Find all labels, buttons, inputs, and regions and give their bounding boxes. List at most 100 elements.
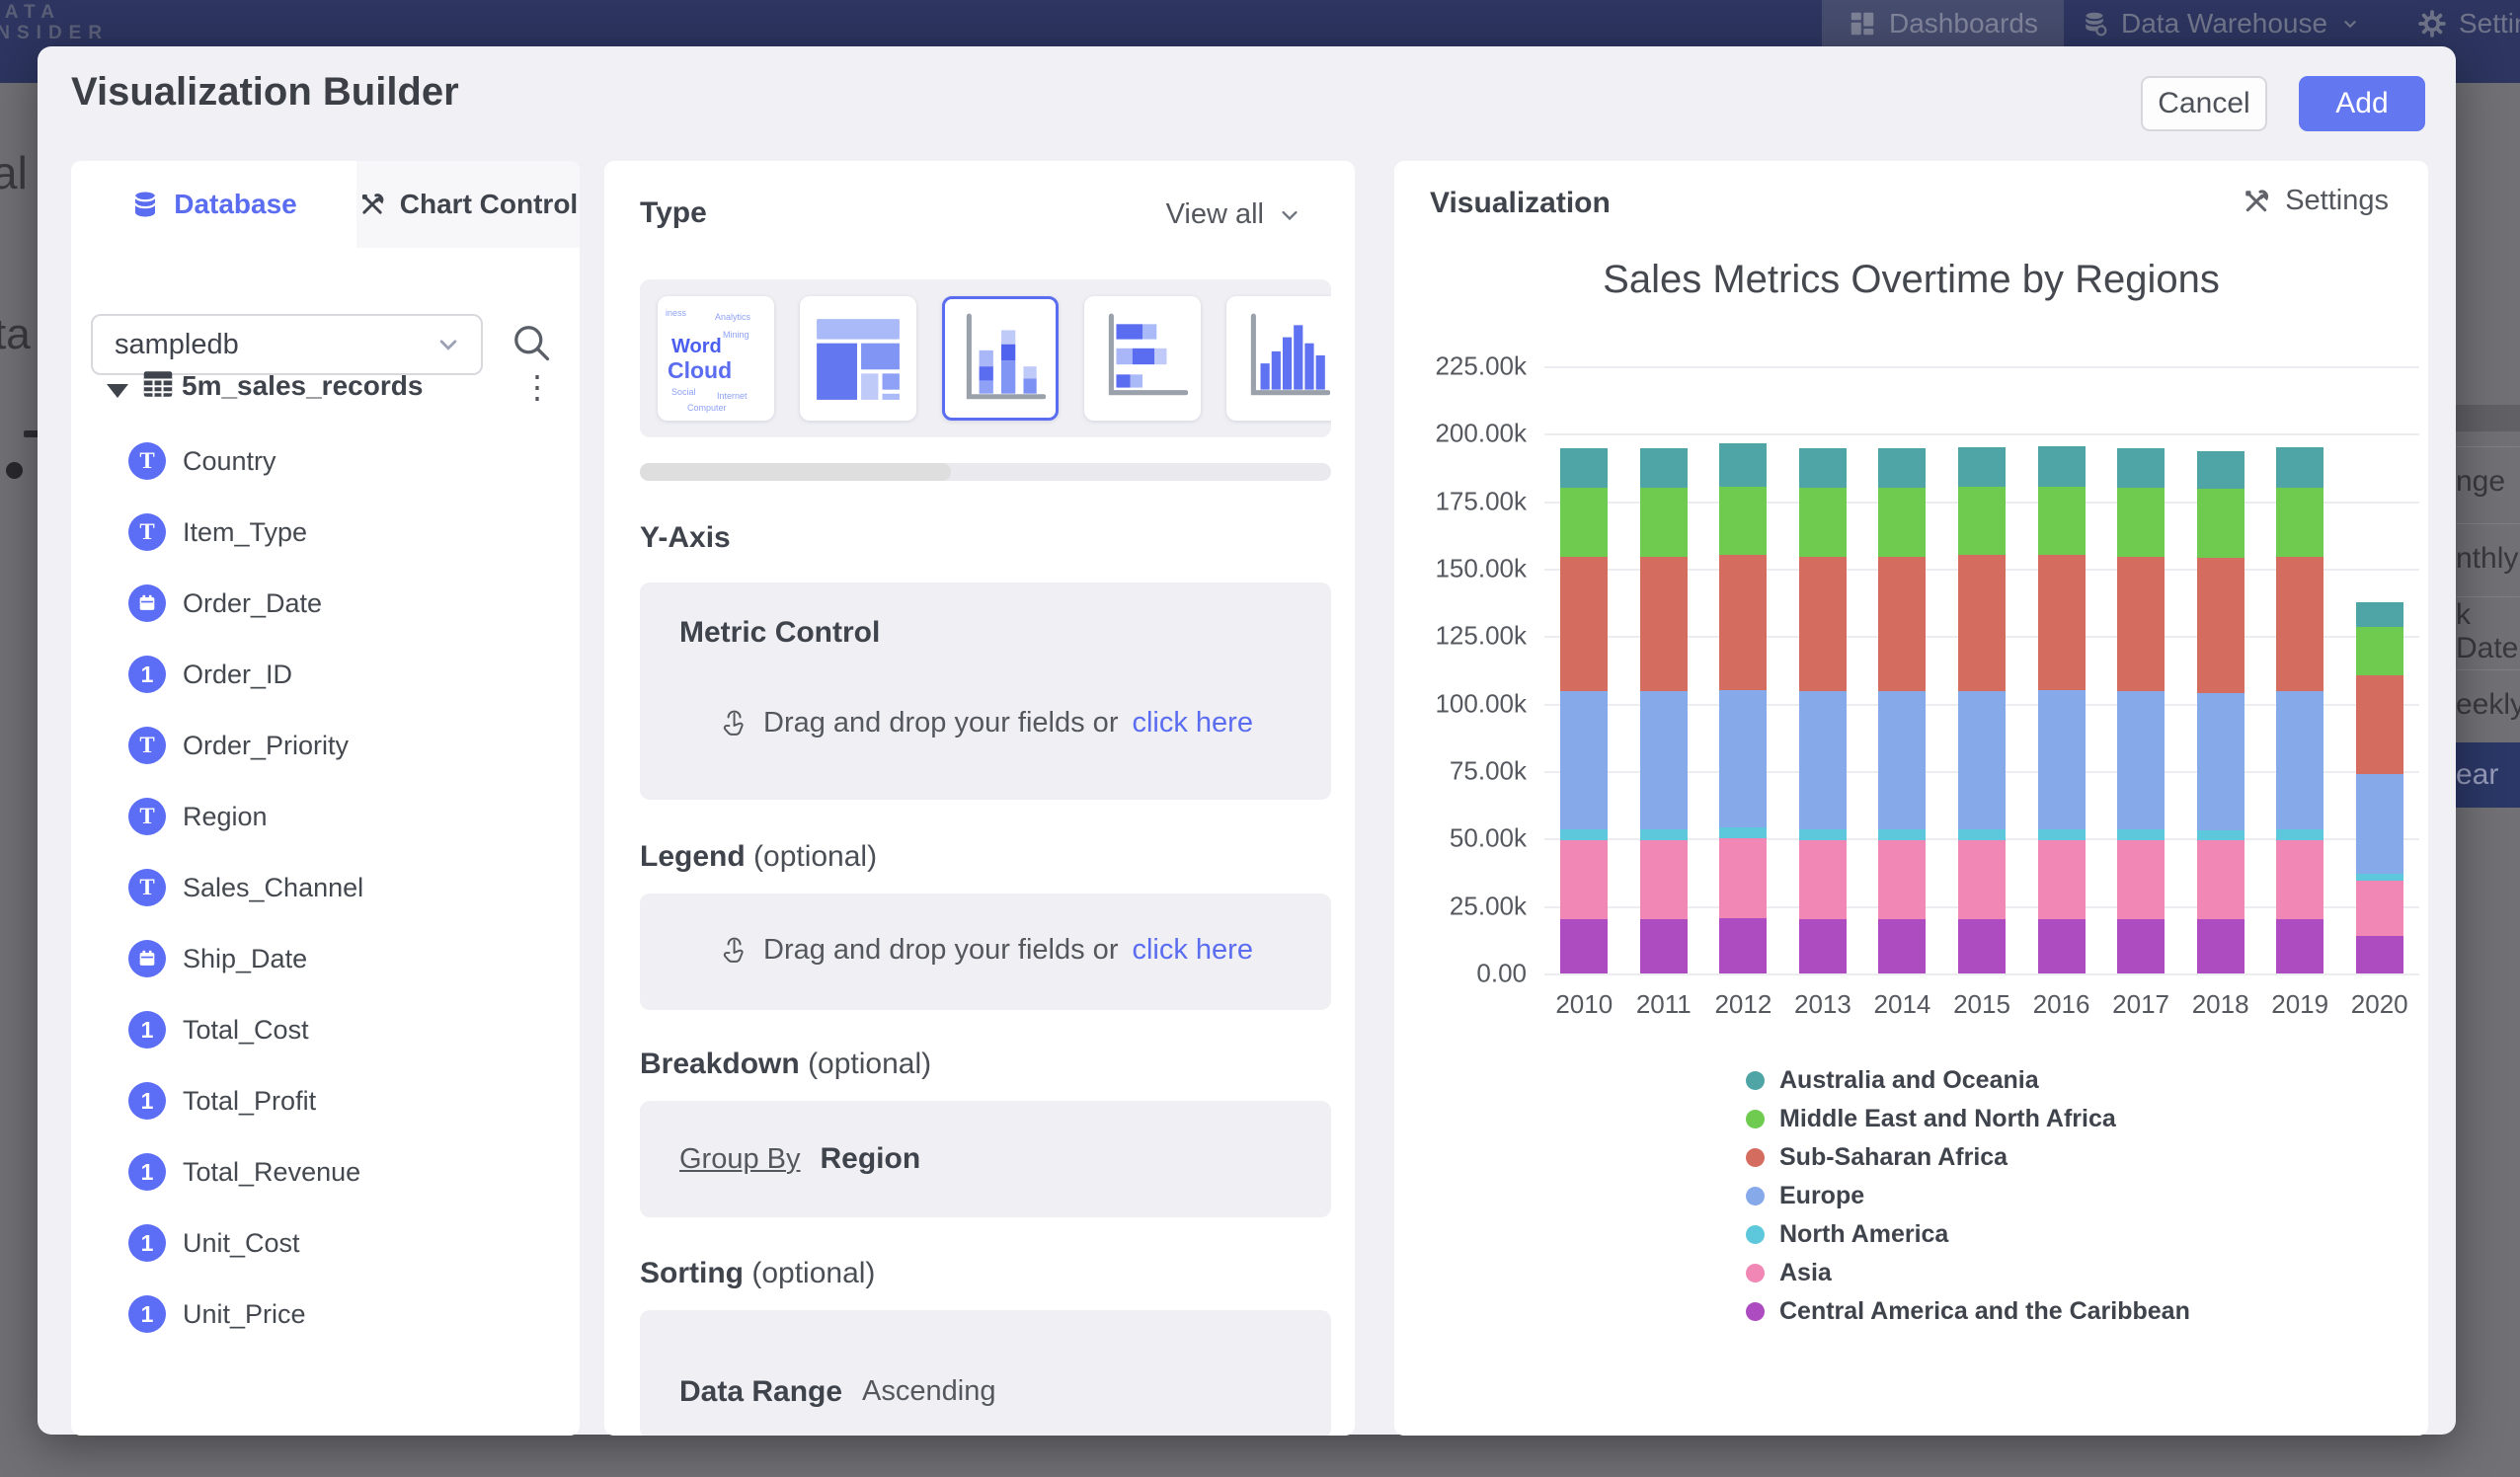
bar-segment	[2038, 829, 2086, 840]
cancel-button[interactable]: Cancel	[2141, 76, 2267, 131]
field-row-unit_price[interactable]: 1Unit_Price	[71, 1279, 580, 1350]
gridline	[1544, 366, 2419, 368]
bar-segment	[2197, 840, 2244, 920]
group-by-value[interactable]: Region	[821, 1142, 921, 1176]
nav-settings-label: Settings	[2459, 8, 2520, 39]
view-all-dropdown[interactable]: View all	[1166, 198, 1303, 231]
legend-dropzone[interactable]: Drag and drop your fields or click here	[640, 894, 1331, 1010]
field-label: Order_Date	[183, 588, 322, 619]
bar-segment	[2038, 919, 2086, 973]
legend-item[interactable]: Australia and Oceania	[1746, 1061, 2039, 1100]
number-field-icon: 1	[141, 661, 154, 688]
tab-database[interactable]: Database	[71, 161, 356, 248]
legend-color-dot	[1746, 1264, 1765, 1283]
bar-2014	[1878, 448, 1926, 973]
field-row-country[interactable]: TCountry	[71, 426, 580, 497]
bar-segment	[1958, 829, 2006, 840]
legend-item[interactable]: Sub-Saharan Africa	[1746, 1138, 2008, 1177]
gear-icon	[2417, 9, 2447, 39]
field-row-unit_cost[interactable]: 1Unit_Cost	[71, 1207, 580, 1279]
field-row-order_priority[interactable]: TOrder_Priority	[71, 710, 580, 781]
bar-segment	[2276, 840, 2323, 920]
bar-segment	[2197, 919, 2244, 973]
legend-color-dot	[1746, 1110, 1765, 1128]
y-axis-tick: 50.00k	[1450, 823, 1527, 854]
field-row-total_cost[interactable]: 1Total_Cost	[71, 994, 580, 1065]
x-axis-tick: 2017	[2112, 989, 2169, 1020]
metric-control-dropzone[interactable]: Metric Control Drag and drop your fields…	[640, 583, 1331, 800]
word-cloud-tile-icon: inessAnalyticsMiningWordCloudSocialInter…	[658, 296, 774, 421]
sorting-field[interactable]: Data Range	[679, 1375, 842, 1409]
bar-segment	[2276, 829, 2323, 840]
click-here-link[interactable]: click here	[1132, 707, 1253, 739]
field-row-total_profit[interactable]: 1Total_Profit	[71, 1065, 580, 1136]
bar-segment	[1719, 838, 1767, 918]
add-button[interactable]: Add	[2299, 76, 2425, 131]
field-row-item_type[interactable]: TItem_Type	[71, 497, 580, 568]
text-field-icon: T	[139, 875, 154, 900]
field-label: Unit_Cost	[183, 1228, 300, 1259]
chart-type-stacked-bar[interactable]	[1084, 296, 1201, 421]
field-row-region[interactable]: TRegion	[71, 781, 580, 852]
x-axis-tick: 2016	[2033, 989, 2090, 1020]
sorting-order[interactable]: Ascending	[862, 1375, 995, 1409]
nav-data-warehouse[interactable]: Data Warehouse	[2080, 0, 2361, 47]
legend-item[interactable]: Asia	[1746, 1254, 1832, 1292]
chevron-down-icon	[2339, 13, 2361, 35]
legend-item[interactable]: North America	[1746, 1215, 1948, 1254]
table-name: 5m_sales_records	[182, 370, 423, 402]
table-tree-row[interactable]: 5m_sales_records ⋮	[71, 363, 580, 415]
bar-2019	[2276, 447, 2323, 973]
nav-settings[interactable]: Settings	[2417, 0, 2520, 47]
bar-segment	[1719, 443, 1767, 487]
table-menu-button[interactable]: ⋮	[517, 365, 557, 409]
breakdown-dropzone[interactable]: Group By Region	[640, 1101, 1331, 1217]
visualization-settings-label: Settings	[2285, 185, 2389, 217]
calendar-icon	[136, 592, 158, 614]
field-row-order_date[interactable]: Order_Date	[71, 568, 580, 639]
bar-segment	[2197, 558, 2244, 693]
tap-icon	[718, 706, 749, 739]
click-here-link[interactable]: click here	[1132, 934, 1253, 967]
bar-segment	[1640, 488, 1688, 557]
chart-type-word-cloud[interactable]: inessAnalyticsMiningWordCloudSocialInter…	[658, 296, 774, 421]
sorting-dropzone[interactable]: Data Range Ascending	[640, 1310, 1331, 1436]
nav-dashboards[interactable]: Dashboards	[1822, 0, 2064, 47]
field-row-total_revenue[interactable]: 1 Total_Revenue	[71, 1136, 580, 1207]
bar-segment	[2117, 448, 2165, 488]
tab-chart-control[interactable]: Chart Control	[356, 161, 580, 248]
chart-type-treemap[interactable]	[800, 296, 916, 421]
legend-item[interactable]: Europe	[1746, 1177, 1864, 1215]
y-axis-tick: 200.00k	[1435, 419, 1527, 449]
bar-segment	[2356, 627, 2403, 675]
visualization-settings-button[interactable]: Settings	[2242, 185, 2389, 217]
bar-segment	[2356, 675, 2403, 774]
chart-type-stacked-column[interactable]	[942, 296, 1059, 421]
chart-type-scrollbar[interactable]	[640, 463, 1331, 481]
tree-expander-icon[interactable]	[107, 384, 128, 398]
stacked-bar-chart: 225.00k200.00k175.00k150.00k125.00k100.0…	[1544, 366, 2419, 973]
number-field-icon: 1	[141, 1159, 154, 1186]
search-button[interactable]	[510, 321, 557, 368]
database-panel: Database Chart Control sampledb 5m_sales…	[71, 161, 580, 1436]
database-icon	[2080, 9, 2109, 39]
bg-menu-fragment: nge	[2456, 446, 2520, 516]
legend-label: Asia	[1779, 1259, 1832, 1287]
legend-item[interactable]: Middle East and North Africa	[1746, 1100, 2116, 1138]
bar-segment	[2197, 489, 2244, 558]
x-axis-tick: 2014	[1874, 989, 1931, 1020]
chart-type-column[interactable]	[1226, 296, 1331, 421]
bar-segment	[1640, 448, 1688, 488]
field-row-order_id[interactable]: 1Order_ID	[71, 639, 580, 710]
legend-color-dot	[1746, 1225, 1765, 1244]
group-by-label[interactable]: Group By	[679, 1143, 801, 1176]
field-row-ship_date[interactable]: Ship_Date	[71, 923, 580, 994]
field-label: Total_Revenue	[183, 1157, 360, 1188]
chevron-down-icon	[1276, 201, 1303, 229]
visualization-header: Visualization	[1430, 187, 1611, 220]
y-axis-tick: 125.00k	[1435, 621, 1527, 652]
bar-segment	[1878, 488, 1926, 557]
legend-item[interactable]: Central America and the Caribbean	[1746, 1292, 2190, 1331]
field-row-sales_channel[interactable]: TSales_Channel	[71, 852, 580, 923]
tab-chart-control-label: Chart Control	[400, 189, 578, 220]
